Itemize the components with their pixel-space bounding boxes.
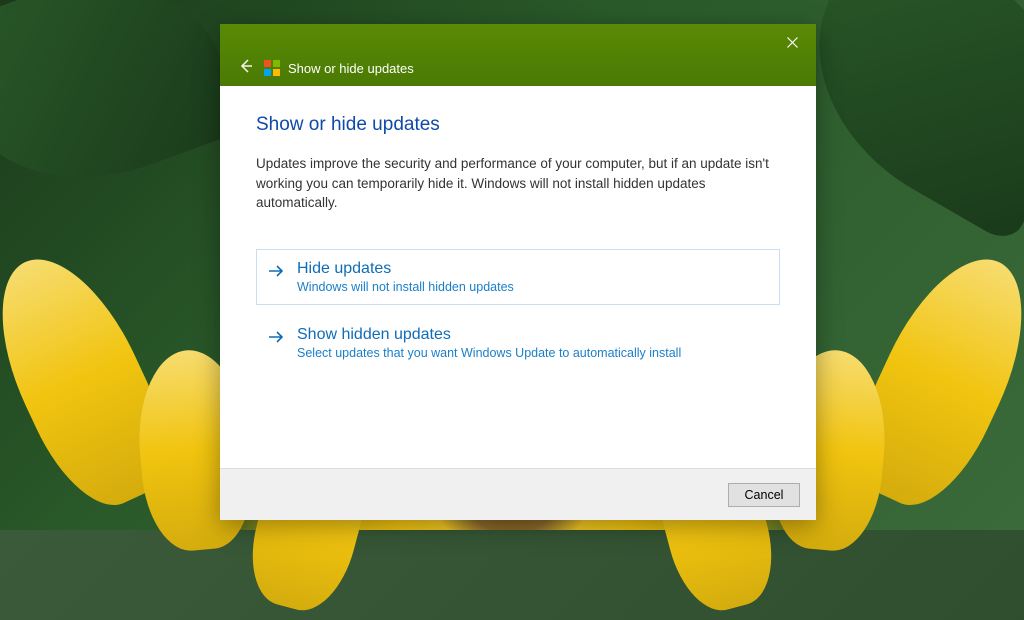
titlebar: Show or hide updates bbox=[220, 24, 816, 86]
arrow-right-icon bbox=[267, 328, 287, 348]
window-title: Show or hide updates bbox=[288, 61, 414, 76]
option-description: Select updates that you want Windows Upd… bbox=[297, 346, 767, 360]
option-show-hidden-updates[interactable]: Show hidden updates Select updates that … bbox=[256, 315, 780, 371]
close-icon bbox=[787, 37, 798, 48]
close-button[interactable] bbox=[776, 30, 808, 54]
troubleshooter-dialog: Show or hide updates Show or hide update… bbox=[220, 24, 816, 520]
arrow-right-icon bbox=[267, 262, 287, 282]
content-area: Show or hide updates Updates improve the… bbox=[220, 86, 816, 468]
option-title: Hide updates bbox=[297, 260, 767, 278]
page-description: Updates improve the security and perform… bbox=[256, 154, 780, 213]
option-description: Windows will not install hidden updates bbox=[297, 280, 767, 294]
option-title: Show hidden updates bbox=[297, 326, 767, 344]
microsoft-logo-icon bbox=[264, 60, 280, 76]
dialog-footer: Cancel bbox=[220, 468, 816, 520]
option-hide-updates[interactable]: Hide updates Windows will not install hi… bbox=[256, 249, 780, 305]
page-heading: Show or hide updates bbox=[256, 114, 780, 136]
back-arrow-icon[interactable] bbox=[236, 56, 256, 76]
cancel-button[interactable]: Cancel bbox=[728, 483, 800, 507]
